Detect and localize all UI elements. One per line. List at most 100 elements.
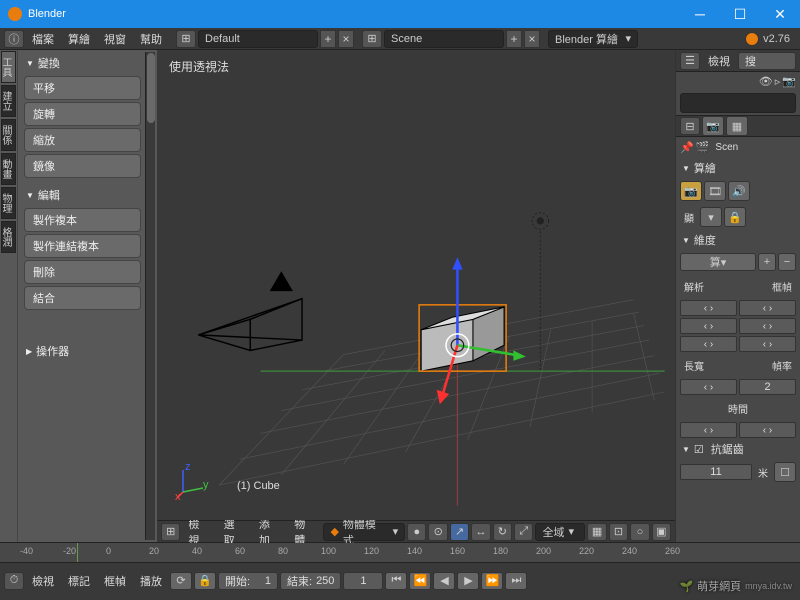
- snap-icon[interactable]: ⊡: [609, 523, 628, 541]
- tool-scrollbar[interactable]: [145, 52, 155, 540]
- time-end-field[interactable]: ‹ ›: [739, 422, 796, 438]
- render-anim-button[interactable]: 🎞: [704, 181, 726, 201]
- manipulator-toggle-icon[interactable]: ↗: [450, 523, 469, 541]
- pin-icon[interactable]: 📌: [680, 141, 694, 154]
- close-button[interactable]: ✕: [760, 0, 800, 28]
- proportional-icon[interactable]: ○: [630, 523, 649, 541]
- frame-end-input[interactable]: 結束:250: [280, 572, 341, 590]
- context-render-icon[interactable]: 📷: [702, 116, 724, 136]
- layout-dropdown[interactable]: Default: [198, 30, 318, 48]
- tl-menu-marker[interactable]: 標記: [62, 571, 96, 591]
- preset-dropdown[interactable]: 算▾: [680, 253, 756, 271]
- cursor-icon[interactable]: ▹: [775, 75, 781, 88]
- maximize-button[interactable]: ☐: [720, 0, 760, 28]
- mirror-button[interactable]: 鏡像: [24, 154, 141, 178]
- timeline-ruler[interactable]: -40-200204060801001201401601802002202402…: [0, 543, 800, 563]
- editor-outliner-icon[interactable]: ☰: [680, 52, 700, 70]
- frame-step-field[interactable]: ‹ ›: [739, 336, 796, 352]
- pivot-icon[interactable]: ⊙: [428, 523, 447, 541]
- time-start-field[interactable]: ‹ ›: [680, 422, 737, 438]
- scene-remove-button[interactable]: ×: [524, 30, 540, 48]
- eye-icon[interactable]: 👁: [759, 75, 773, 88]
- editor-type-icon[interactable]: ⓘ: [4, 30, 24, 48]
- jump-end-button[interactable]: ⏭: [505, 572, 527, 590]
- rotate-button[interactable]: 旋轉: [24, 102, 141, 126]
- frame-current-input[interactable]: 1: [343, 572, 383, 590]
- res-pct-field[interactable]: ‹ ›: [680, 336, 737, 352]
- menu-help[interactable]: 幫助: [134, 29, 168, 49]
- frame-start-field[interactable]: ‹ ›: [739, 300, 796, 316]
- tab-physics[interactable]: 物理: [1, 187, 16, 219]
- scene-add-button[interactable]: +: [506, 30, 522, 48]
- keyframe-next-button[interactable]: ⏩: [481, 572, 503, 590]
- manipulator-rotate-icon[interactable]: ↻: [493, 523, 512, 541]
- context-layers-icon[interactable]: ▦: [726, 116, 748, 136]
- layers-icon[interactable]: ▦: [587, 523, 606, 541]
- layout-remove-button[interactable]: ×: [338, 30, 354, 48]
- preset-add-button[interactable]: +: [758, 253, 776, 271]
- res-x-field[interactable]: ‹ ›: [680, 300, 737, 316]
- shading-solid-icon[interactable]: ●: [407, 523, 426, 541]
- tab-create[interactable]: 建立: [1, 85, 16, 117]
- duplicate-button[interactable]: 製作複本: [24, 208, 141, 232]
- manipulator-translate-icon[interactable]: ↔: [471, 523, 490, 541]
- tl-menu-playback[interactable]: 播放: [134, 571, 168, 591]
- tab-tools[interactable]: 工具: [1, 51, 16, 83]
- engine-dropdown[interactable]: Blender 算繪▾: [548, 30, 638, 48]
- render-section-header[interactable]: 算繪: [676, 158, 800, 178]
- tab-animation[interactable]: 動畫: [1, 153, 16, 185]
- minimize-button[interactable]: ─: [680, 0, 720, 28]
- res-y-field[interactable]: ‹ ›: [680, 318, 737, 334]
- scene-browse-icon[interactable]: ⊞: [362, 30, 382, 48]
- play-button[interactable]: ▶: [457, 572, 479, 590]
- edit-panel-header[interactable]: 編輯: [20, 184, 145, 206]
- play-reverse-button[interactable]: ◀: [433, 572, 455, 590]
- duplicate-linked-button[interactable]: 製作連結複本: [24, 234, 141, 258]
- menu-render[interactable]: 算繪: [62, 29, 96, 49]
- scale-button[interactable]: 縮放: [24, 128, 141, 152]
- aa-toggle[interactable]: ☐: [774, 462, 796, 482]
- layout-browse-icon[interactable]: ⊞: [176, 30, 196, 48]
- delete-button[interactable]: 刪除: [24, 260, 141, 284]
- dimensions-section-header[interactable]: 維度: [676, 230, 800, 250]
- join-button[interactable]: 結合: [24, 286, 141, 310]
- auto-keyframe-icon[interactable]: 🔒: [194, 572, 216, 590]
- menu-window[interactable]: 視窗: [98, 29, 132, 49]
- tl-menu-view[interactable]: 檢視: [26, 571, 60, 591]
- transform-panel-header[interactable]: 變換: [20, 52, 145, 74]
- lock-icon[interactable]: 🔒: [724, 207, 746, 227]
- display-mode-dropdown[interactable]: ▾: [700, 207, 722, 227]
- aa-section-header[interactable]: ☑抗鋸齒: [676, 439, 800, 459]
- render-preview-icon[interactable]: ▣: [652, 523, 671, 541]
- jump-start-button[interactable]: ⏮: [385, 572, 407, 590]
- layout-add-button[interactable]: +: [320, 30, 336, 48]
- fps-field[interactable]: 2: [739, 379, 796, 395]
- outliner-view-menu[interactable]: 檢視: [702, 51, 736, 71]
- 3d-viewport[interactable]: 使用透視法: [157, 50, 675, 520]
- editor-props-icon[interactable]: ⊟: [680, 117, 700, 135]
- manipulator-scale-icon[interactable]: ⤢: [514, 523, 533, 541]
- render-image-button[interactable]: 📷: [680, 181, 702, 201]
- outliner-tree[interactable]: [680, 93, 796, 113]
- tl-menu-frame[interactable]: 框幀: [98, 571, 132, 591]
- mode-dropdown[interactable]: ◆ 物體模式▾: [323, 523, 405, 541]
- outliner-search[interactable]: 搜: [738, 52, 796, 70]
- aspect-x-field[interactable]: ‹ ›: [680, 379, 737, 395]
- render-audio-button[interactable]: 🔊: [728, 181, 750, 201]
- frame-end-field[interactable]: ‹ ›: [739, 318, 796, 334]
- playback-sync-icon[interactable]: ⟳: [170, 572, 192, 590]
- frame-start-input[interactable]: 開始:1: [218, 572, 278, 590]
- orientation-dropdown[interactable]: 全域▾: [535, 523, 585, 541]
- camera-icon[interactable]: 📷: [782, 75, 796, 88]
- translate-button[interactable]: 平移: [24, 76, 141, 100]
- keyframe-prev-button[interactable]: ⏪: [409, 572, 431, 590]
- editor-type-3dview-icon[interactable]: ⊞: [161, 523, 180, 541]
- menu-file[interactable]: 檔案: [26, 29, 60, 49]
- tab-relations[interactable]: 關係: [1, 119, 16, 151]
- aa-samples-field[interactable]: 11: [680, 464, 752, 480]
- tab-grease[interactable]: 格潤: [1, 221, 16, 253]
- scene-dropdown[interactable]: Scene: [384, 30, 504, 48]
- editor-timeline-icon[interactable]: ⏱: [4, 572, 24, 590]
- operator-panel-header[interactable]: 操作器: [20, 340, 145, 362]
- preset-remove-button[interactable]: −: [778, 253, 796, 271]
